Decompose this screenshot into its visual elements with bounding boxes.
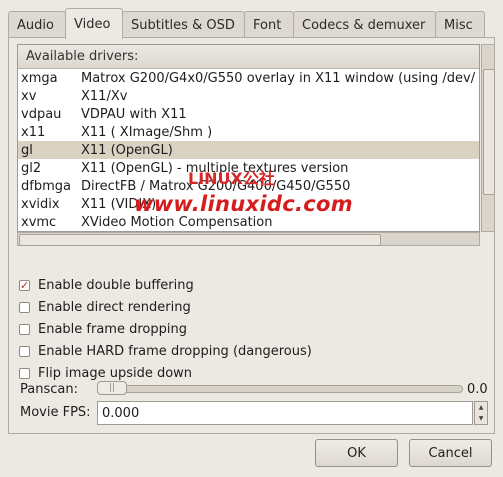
driver-name: gl2	[21, 160, 42, 176]
frame-dropping-checkbox[interactable]	[19, 323, 30, 335]
driver-row-x11[interactable]: x11 X11 ( XImage/Shm )	[18, 123, 479, 141]
drivers-list-header[interactable]: Available drivers:	[18, 45, 479, 69]
spin-down-icon[interactable]: ▼	[479, 415, 484, 422]
panscan-slider-handle[interactable]: ||	[97, 381, 127, 395]
hard-frame-dropping-checkbox[interactable]	[19, 345, 30, 357]
hard-frame-dropping-label: Enable HARD frame dropping (dangerous)	[38, 343, 312, 359]
direct-rendering-option[interactable]: Enable direct rendering	[19, 296, 312, 318]
driver-name: xvidix	[21, 196, 60, 212]
driver-description: X11 ( XImage/Shm )	[81, 124, 213, 140]
vertical-scroll-thumb[interactable]	[483, 69, 495, 195]
flip-image-option[interactable]: Flip image upside down	[19, 362, 312, 384]
watermark-url: www.linuxidc.com	[134, 192, 353, 216]
tab-codecs-demuxer[interactable]: Codecs & demuxer	[293, 11, 436, 38]
driver-description: X11/Xv	[81, 88, 128, 104]
double-buffering-checkbox[interactable]: ✓	[19, 279, 30, 291]
tab-audio[interactable]: Audio	[8, 11, 66, 38]
panscan-label: Panscan:	[20, 382, 78, 397]
hard-frame-dropping-option[interactable]: Enable HARD frame dropping (dangerous)	[19, 340, 312, 362]
flip-image-label: Flip image upside down	[38, 365, 193, 381]
movie-fps-input[interactable]: 0.000	[97, 401, 473, 425]
driver-row-xv[interactable]: xv X11/Xv	[18, 87, 479, 105]
cancel-button[interactable]: Cancel	[409, 439, 492, 467]
tab-video[interactable]: Video	[65, 8, 123, 39]
driver-name: x11	[21, 124, 46, 140]
panscan-slider-track[interactable]	[97, 385, 463, 393]
tab-subtitles-osd[interactable]: Subtitles & OSD	[122, 11, 245, 38]
frame-dropping-label: Enable frame dropping	[38, 321, 187, 337]
driver-description: VDPAU with X11	[81, 106, 187, 122]
drivers-horizontal-scrollbar[interactable]	[17, 232, 480, 246]
video-options: ✓ Enable double buffering Enable direct r…	[19, 274, 312, 384]
driver-name: xv	[21, 88, 37, 104]
tab-misc[interactable]: Misc	[435, 11, 485, 38]
grip-icon: ||	[108, 383, 116, 393]
double-buffering-option[interactable]: ✓ Enable double buffering	[19, 274, 312, 296]
frame-dropping-option[interactable]: Enable frame dropping	[19, 318, 312, 340]
driver-description: X11 (OpenGL)	[81, 142, 173, 158]
flip-image-checkbox[interactable]	[19, 367, 30, 379]
movie-fps-value: 0.000	[102, 405, 140, 421]
direct-rendering-checkbox[interactable]	[19, 301, 30, 313]
driver-name: xmga	[21, 70, 58, 86]
driver-row-vdpau[interactable]: vdpau VDPAU with X11	[18, 105, 479, 123]
double-buffering-label: Enable double buffering	[38, 277, 194, 293]
horizontal-scroll-thumb[interactable]	[19, 234, 381, 246]
video-tab-panel: Available drivers: xmga Matrox G200/G4x0/…	[8, 37, 495, 434]
driver-description: Matrox G200/G4x0/G550 overlay in X11 win…	[81, 70, 476, 86]
tab-bar: Audio Video Subtitles & OSD Font Codecs …	[8, 8, 485, 39]
movie-fps-label: Movie FPS:	[20, 405, 91, 420]
driver-name: xvmc	[21, 214, 57, 230]
tab-font[interactable]: Font	[244, 11, 294, 38]
driver-name: gl	[21, 142, 33, 158]
driver-description: XVideo Motion Compensation	[81, 214, 273, 230]
spin-up-icon[interactable]: ▲	[479, 404, 484, 411]
movie-fps-spinner[interactable]: ▲ ▼	[474, 401, 488, 425]
ok-button[interactable]: OK	[315, 439, 398, 467]
driver-row-gl[interactable]: gl X11 (OpenGL)	[18, 141, 479, 159]
driver-row-xmga[interactable]: xmga Matrox G200/G4x0/G550 overlay in X11…	[18, 69, 479, 87]
panscan-value: 0.0	[467, 382, 488, 397]
driver-name: dfbmga	[21, 178, 71, 194]
watermark-logo: LINUX公社	[188, 169, 275, 188]
direct-rendering-label: Enable direct rendering	[38, 299, 191, 315]
driver-name: vdpau	[21, 106, 62, 122]
drivers-vertical-scrollbar[interactable]	[481, 44, 495, 232]
